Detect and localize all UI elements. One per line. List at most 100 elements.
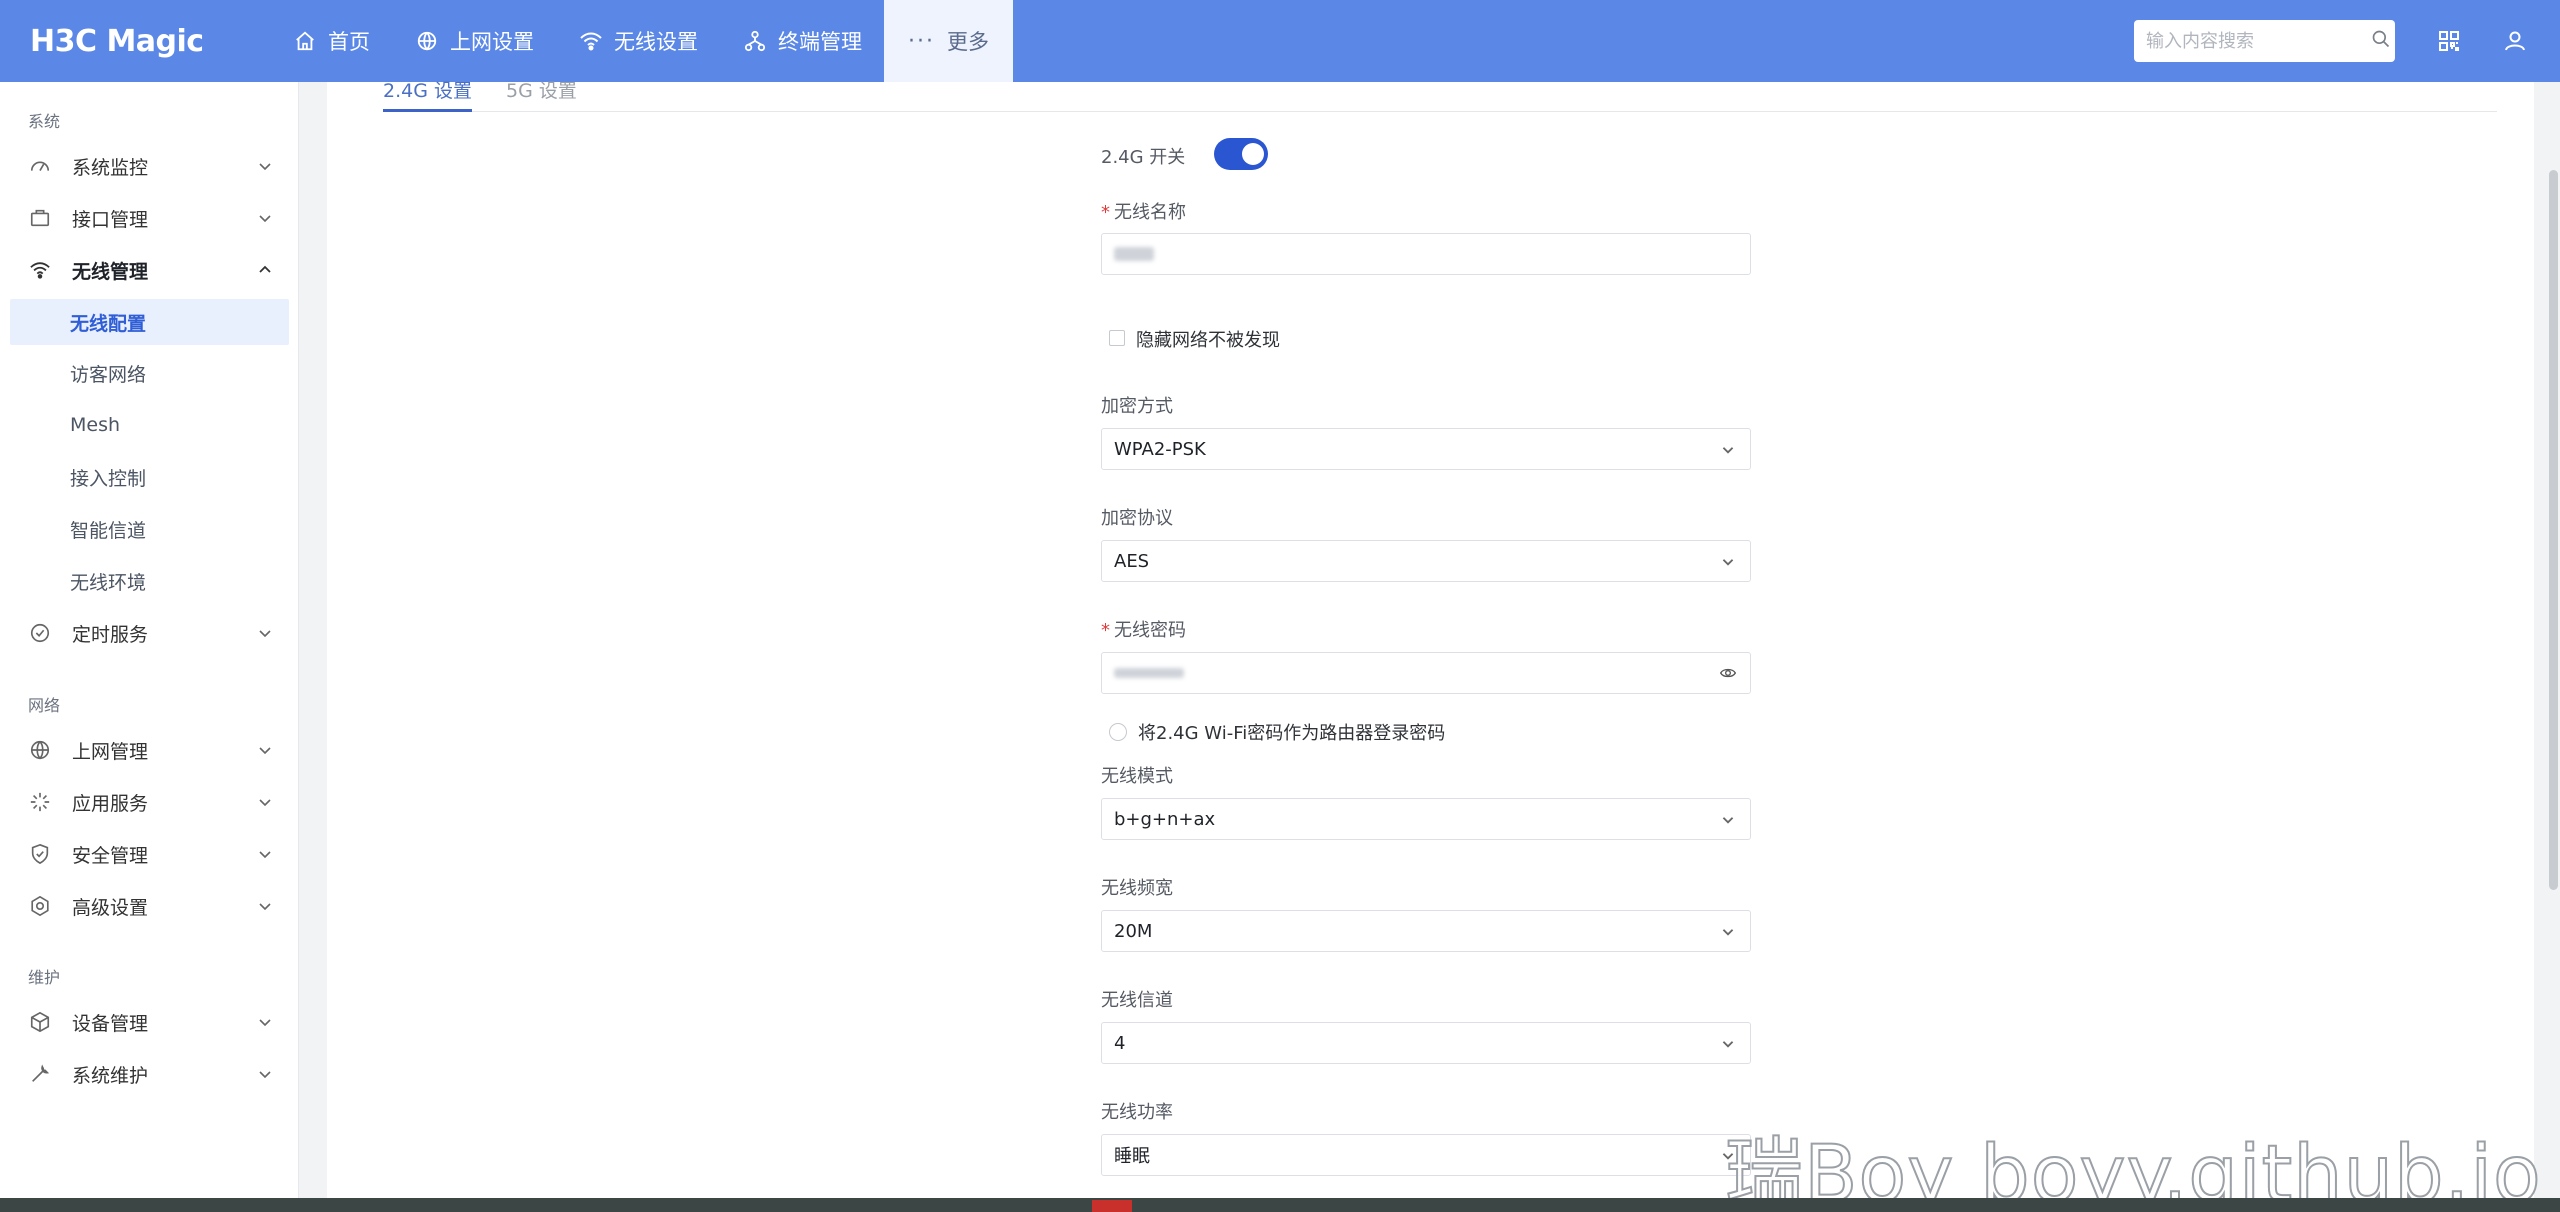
eye-icon[interactable] — [1719, 665, 1737, 681]
main-content: 2.4G 设置 5G 设置 2.4G 开关 * 无线名称 隐藏网络不被发现 加密方… — [327, 80, 2534, 1200]
bandwidth-select[interactable]: 20M — [1101, 910, 1751, 952]
password-blurred-value — [1114, 668, 1184, 678]
channel-label: 无线信道 — [1101, 990, 1173, 1011]
nav-more[interactable]: ··· 更多 — [884, 0, 1013, 82]
nav-terminal-management[interactable]: 终端管理 — [720, 0, 884, 82]
search-box[interactable] — [2134, 20, 2395, 62]
globe-icon — [414, 28, 440, 54]
power-value: 睡眠 — [1114, 1146, 1150, 1167]
sidebar-subitem-wireless-environment[interactable]: 无线环境 — [10, 558, 289, 604]
user-icon[interactable] — [2500, 26, 2530, 56]
globe-icon — [28, 738, 52, 762]
band-tabs: 2.4G 设置 5G 设置 — [383, 80, 2497, 112]
nav-home-label: 首页 — [328, 30, 370, 54]
mode-value: b+g+n+ax — [1114, 808, 1216, 830]
chevron-down-icon — [1720, 1036, 1736, 1052]
password-input[interactable] — [1101, 652, 1751, 694]
chevron-down-icon — [255, 208, 275, 228]
use-as-login-label: 将2.4G Wi-Fi密码作为路由器登录密码 — [1138, 723, 1446, 744]
required-mark: * — [1101, 202, 1110, 223]
sidebar-item-device-management[interactable]: 设备管理 — [0, 1000, 299, 1044]
interface-icon — [28, 206, 52, 230]
nav-wireless-label: 无线设置 — [614, 30, 698, 54]
sidebar-item-interface[interactable]: 接口管理 — [0, 196, 299, 240]
sidebar-item-advanced-settings[interactable]: 高级设置 — [0, 884, 299, 928]
channel-select[interactable]: 4 — [1101, 1022, 1751, 1064]
chevron-down-icon — [1720, 924, 1736, 940]
sidebar-item-app-service[interactable]: 应用服务 — [0, 780, 299, 824]
qr-code-icon[interactable] — [2434, 26, 2464, 56]
section-title-network: 网络 — [28, 696, 61, 715]
section-title-maintenance: 维护 — [28, 968, 61, 987]
toggle-knob — [1242, 143, 1264, 165]
chevron-down-icon — [255, 896, 275, 916]
sidebar-item-label: 系统维护 — [72, 1064, 149, 1087]
required-mark: * — [1101, 620, 1110, 641]
ssid-label-text: 无线名称 — [1114, 202, 1186, 223]
nav-terminal-label: 终端管理 — [778, 30, 862, 54]
sidebar-subitem-access-control[interactable]: 接入控制 — [10, 454, 289, 500]
sidebar-subitem-smart-channel[interactable]: 智能信道 — [10, 506, 289, 552]
band-enable-toggle[interactable] — [1214, 138, 1268, 170]
shield-icon — [28, 842, 52, 866]
mode-select[interactable]: b+g+n+ax — [1101, 798, 1751, 840]
sidebar-item-label: 系统监控 — [72, 156, 149, 179]
sidebar-item-label: 应用服务 — [72, 792, 149, 815]
top-header: H3C Magic 首页 上网设置 无线设置 终端管理 ··· 更多 输入内容搜… — [0, 0, 2560, 82]
brand-logo[interactable]: H3C Magic — [0, 0, 270, 82]
sidebar-item-security[interactable]: 安全管理 — [0, 832, 299, 876]
encryption-value: WPA2-PSK — [1114, 438, 1206, 460]
sidebar-item-internet-management[interactable]: 上网管理 — [0, 728, 299, 772]
sidebar-item-system-monitor[interactable]: 系统监控 — [0, 144, 299, 188]
power-select[interactable]: 睡眠 — [1101, 1134, 1751, 1176]
chevron-down-icon — [255, 623, 275, 643]
device-box-icon — [28, 1010, 52, 1034]
hide-ssid-checkbox[interactable] — [1109, 330, 1125, 346]
sidebar-item-label: 上网管理 — [72, 740, 149, 763]
sidebar: 系统 系统监控 接口管理 无线管理 无线配置 访客网络 Mesh 接入控制 智能… — [0, 82, 299, 1212]
search-icon[interactable] — [2371, 29, 2391, 53]
sidebar-item-label: 无线管理 — [72, 260, 149, 283]
sidebar-item-scheduled-service[interactable]: 定时服务 — [0, 611, 299, 655]
encryption-label: 加密方式 — [1101, 396, 1173, 417]
sidebar-item-label: 高级设置 — [72, 896, 149, 919]
nav-internet-settings[interactable]: 上网设置 — [392, 0, 556, 82]
nav-home[interactable]: 首页 — [270, 0, 392, 82]
gauge-icon — [28, 154, 52, 178]
power-label: 无线功率 — [1101, 1102, 1173, 1123]
sidebar-item-wireless[interactable]: 无线管理 — [0, 248, 299, 292]
hide-ssid-label: 隐藏网络不被发现 — [1136, 330, 1280, 351]
nav-wireless-settings[interactable]: 无线设置 — [556, 0, 720, 82]
chevron-down-icon — [255, 156, 275, 176]
sidebar-subitem-wireless-config[interactable]: 无线配置 — [10, 299, 289, 345]
chevron-down-icon — [1720, 812, 1736, 828]
watermark-text: 瑞Boy boyy.github.io — [1724, 1129, 2542, 1212]
switch-label: 2.4G 开关 — [1101, 147, 1186, 168]
chevron-down-icon — [1720, 554, 1736, 570]
wifi-icon — [578, 28, 604, 54]
password-label: * 无线密码 — [1101, 616, 1186, 642]
search-input[interactable] — [2146, 30, 2371, 52]
use-as-login-radio[interactable] — [1109, 723, 1127, 741]
chevron-down-icon — [255, 1064, 275, 1084]
tab-5g-settings[interactable]: 5G 设置 — [506, 76, 577, 112]
protocol-label: 加密协议 — [1101, 508, 1173, 529]
nav-internet-label: 上网设置 — [450, 30, 534, 54]
sidebar-item-system-maintenance[interactable]: 系统维护 — [0, 1052, 299, 1096]
protocol-select[interactable]: AES — [1101, 540, 1751, 582]
tab-2-4g-settings[interactable]: 2.4G 设置 — [383, 76, 472, 112]
encryption-select[interactable]: WPA2-PSK — [1101, 428, 1751, 470]
chevron-up-icon — [255, 260, 275, 280]
ssid-input[interactable] — [1101, 233, 1751, 275]
password-label-text: 无线密码 — [1114, 620, 1186, 641]
app-service-icon — [28, 790, 52, 814]
chevron-down-icon — [255, 792, 275, 812]
ssid-blurred-value — [1114, 247, 1154, 261]
page-scrollbar[interactable] — [2549, 170, 2558, 890]
sidebar-subitem-mesh[interactable]: Mesh — [10, 402, 289, 448]
sidebar-subitem-guest-network[interactable]: 访客网络 — [10, 350, 289, 396]
chevron-down-icon — [255, 1012, 275, 1032]
top-nav: 首页 上网设置 无线设置 终端管理 ··· 更多 — [270, 0, 1013, 82]
ssid-label: * 无线名称 — [1101, 198, 1186, 224]
chevron-down-icon — [1720, 442, 1736, 458]
